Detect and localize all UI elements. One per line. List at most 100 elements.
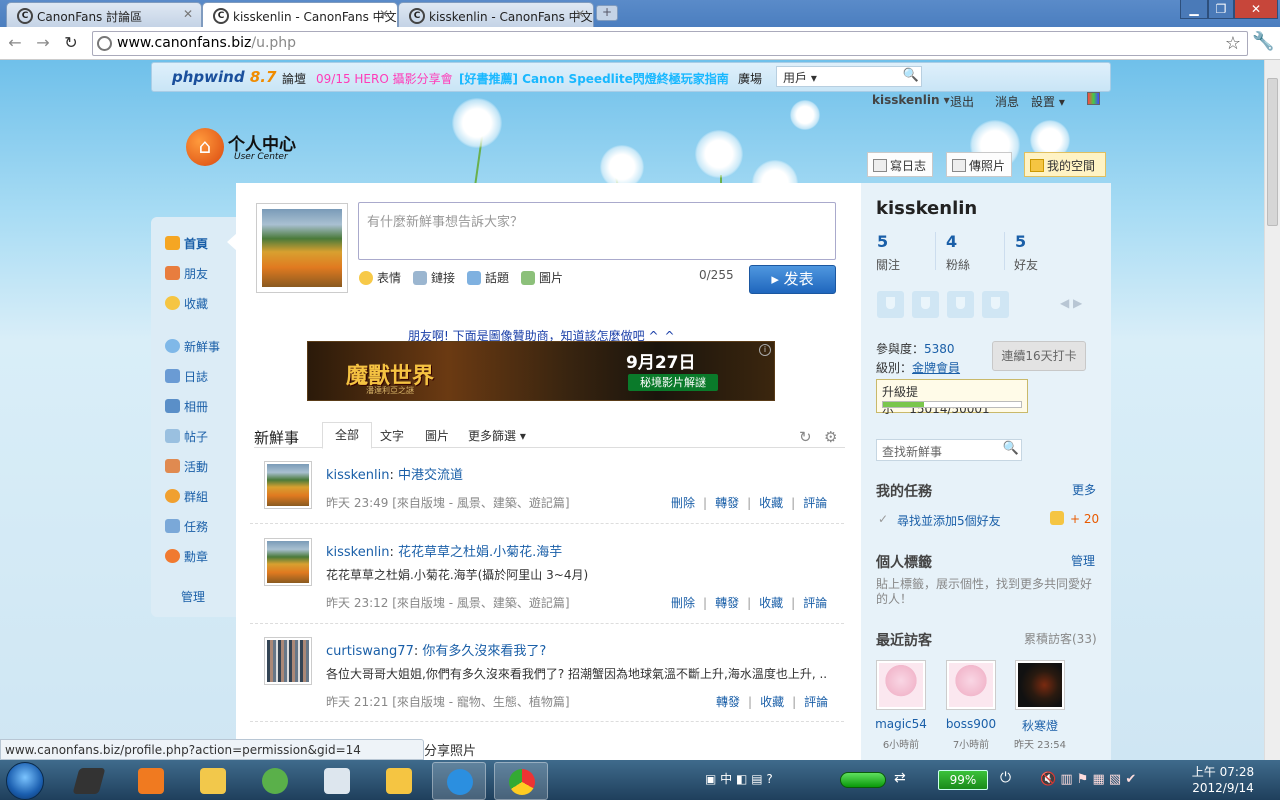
taskbar-app[interactable] (310, 762, 364, 800)
feed-user-link[interactable]: curtiswang77 (326, 644, 414, 659)
task-item-link[interactable]: 尋找並添加5個好友 (897, 512, 1001, 529)
sidebar-item-posts[interactable]: 帖子 (165, 428, 208, 445)
browser-tab[interactable]: C CanonFans 討論區 ✕ (6, 2, 202, 27)
sidebar-item-diary[interactable]: 日誌 (165, 368, 208, 385)
close-tab-icon[interactable]: ✕ (183, 7, 193, 21)
sidebar-item-groups[interactable]: 群組 (165, 488, 208, 505)
close-tab-icon[interactable]: ✕ (575, 7, 585, 21)
taskbar-app[interactable] (372, 762, 426, 800)
publish-button[interactable]: ▸ 发表 (749, 265, 836, 294)
search-icon[interactable]: 🔍 (903, 68, 919, 83)
user-menu[interactable]: kisskenlin ▾ (872, 93, 950, 107)
taskbar-clock[interactable]: 上午 07:28 2012/9/14 (1190, 764, 1256, 796)
ad-info-icon[interactable]: i (759, 344, 771, 356)
fans-label[interactable]: 粉絲 (946, 256, 970, 273)
friends-count[interactable]: 5 (1015, 232, 1026, 251)
upload-photo-button[interactable]: 傳照片 (946, 152, 1012, 177)
bookmark-star-icon[interactable]: ☆ (1225, 33, 1241, 54)
taskbar-app[interactable] (186, 762, 240, 800)
feed-title-link[interactable]: 花花草草之杜娟.小菊花.海芋 (398, 545, 562, 560)
forward-link[interactable]: 轉發 (716, 695, 740, 709)
browser-tab[interactable]: C kisskenlin - CanonFans 中文... ✕ (398, 2, 594, 27)
feed-user-link[interactable]: kisskenlin (326, 545, 389, 560)
close-window-button[interactable]: ✕ (1234, 0, 1278, 19)
help-icon[interactable]: ? (766, 772, 772, 786)
sidebar-item-medals[interactable]: 勳章 (165, 548, 208, 565)
favorite-link[interactable]: 收藏 (759, 496, 783, 510)
power-icon[interactable]: ⏻ (1000, 770, 1011, 786)
visitor-name[interactable]: magic54 (866, 717, 936, 731)
visitors-total[interactable]: 累積訪客(33) (1024, 630, 1097, 647)
fans-count[interactable]: 4 (946, 232, 957, 251)
nav-book-link[interactable]: [好書推薦] Canon Speedlite閃燈終極玩家指南 (459, 70, 729, 87)
medal-slot-icon[interactable] (877, 291, 904, 318)
comment-link[interactable]: 評論 (803, 596, 827, 610)
address-bar[interactable]: www.canonfans.biz/u.php ☆ (92, 31, 1248, 56)
status-input[interactable]: 有什麼新鮮事想告訴大家？ (358, 202, 836, 260)
comment-link[interactable]: 評論 (804, 695, 828, 709)
gear-icon[interactable]: ⚙ (824, 428, 837, 446)
comment-link[interactable]: 評論 (803, 496, 827, 510)
keyboard-icon[interactable]: ▤ (751, 772, 762, 786)
feed-tab-images[interactable]: 圖片 (425, 427, 449, 444)
search-scope-select[interactable]: 用戶 ▾ (783, 69, 817, 86)
style-switch-icon[interactable] (1087, 92, 1100, 105)
visitor-avatar[interactable] (946, 660, 996, 710)
news-search-input[interactable]: 查找新鮮事 🔍 (876, 439, 1022, 461)
user-avatar[interactable] (256, 203, 348, 293)
forward-link[interactable]: 轉發 (715, 496, 739, 510)
medal-slot-icon[interactable] (982, 291, 1009, 318)
sidebar-item-home[interactable]: 首頁 (165, 235, 208, 252)
level-link[interactable]: 金牌會員 (912, 361, 960, 375)
feed-thumbnail[interactable] (264, 538, 312, 586)
feed-tab-all[interactable]: 全部 (322, 422, 372, 449)
medal-slot-icon[interactable] (947, 291, 974, 318)
feed-tab-text[interactable]: 文字 (380, 427, 404, 444)
system-tray-icons[interactable]: 🔇 ▥ ⚑ ▦ ▧ ✔ (1040, 772, 1136, 787)
feed-thumbnail[interactable] (264, 637, 312, 685)
nav-hero-event-link[interactable]: 09/15 HERO 攝影分享會 (316, 70, 453, 87)
sidebar-item-favorites[interactable]: 收藏 (165, 295, 208, 312)
feed-thumbnail[interactable] (264, 461, 312, 509)
messages-link[interactable]: 消息 (995, 93, 1019, 110)
feed-partial-title[interactable]: 分享照片 (424, 740, 476, 759)
feed-tab-more-filter[interactable]: 更多篩選 ▾ (468, 427, 526, 444)
feed-title-link[interactable]: 你有多久沒來看我了? (422, 644, 546, 659)
sidebar-item-manage[interactable]: 管理 (181, 588, 205, 605)
ime-mode-icon[interactable]: ◧ (736, 772, 747, 786)
following-count[interactable]: 5 (877, 232, 888, 251)
forward-link[interactable]: 轉發 (715, 596, 739, 610)
next-arrow-icon[interactable]: ▶ (1073, 296, 1082, 310)
back-arrow-icon[interactable]: ← (4, 32, 26, 54)
delete-link[interactable]: 刪除 (671, 496, 695, 510)
topic-tool[interactable]: 話題 (467, 269, 509, 286)
feed-user-link[interactable]: kisskenlin (326, 468, 389, 483)
new-tab-button[interactable]: + (596, 5, 618, 21)
visitor-name[interactable]: 秋寒燈 (1005, 717, 1075, 734)
my-space-button[interactable]: 我的空間 (1024, 152, 1106, 177)
taskbar-app-active[interactable] (494, 762, 548, 800)
reload-icon[interactable]: ↻ (60, 32, 82, 54)
input-method-icon[interactable]: ▣ (705, 772, 716, 786)
taskbar-app[interactable] (62, 762, 116, 800)
maximize-window-button[interactable]: ❐ (1208, 0, 1234, 19)
tasks-more-link[interactable]: 更多 (1072, 481, 1096, 498)
visitor-name[interactable]: boss900 (936, 717, 1006, 731)
favorite-link[interactable]: 收藏 (760, 695, 784, 709)
close-tab-icon[interactable]: ✕ (379, 7, 389, 21)
refresh-icon[interactable]: ↻ (799, 428, 812, 446)
sidebar-item-activity[interactable]: 活動 (165, 458, 208, 475)
profile-username[interactable]: kisskenlin (876, 198, 977, 219)
sidebar-item-news[interactable]: 新鮮事 (165, 338, 220, 355)
settings-menu[interactable]: 設置 ▾ (1031, 93, 1065, 110)
forum-search-box[interactable]: 用戶 ▾ 🔍 (776, 66, 922, 87)
scrollbar-thumb[interactable] (1267, 78, 1278, 226)
page-scrollbar[interactable] (1264, 60, 1280, 760)
wireless-status-icon[interactable] (840, 772, 886, 788)
following-label[interactable]: 關注 (876, 256, 900, 273)
medal-slot-icon[interactable] (912, 291, 939, 318)
emoji-tool[interactable]: 表情 (359, 269, 401, 286)
battery-indicator[interactable]: 99% (938, 770, 988, 790)
delete-link[interactable]: 刪除 (671, 596, 695, 610)
favorite-link[interactable]: 收藏 (759, 596, 783, 610)
